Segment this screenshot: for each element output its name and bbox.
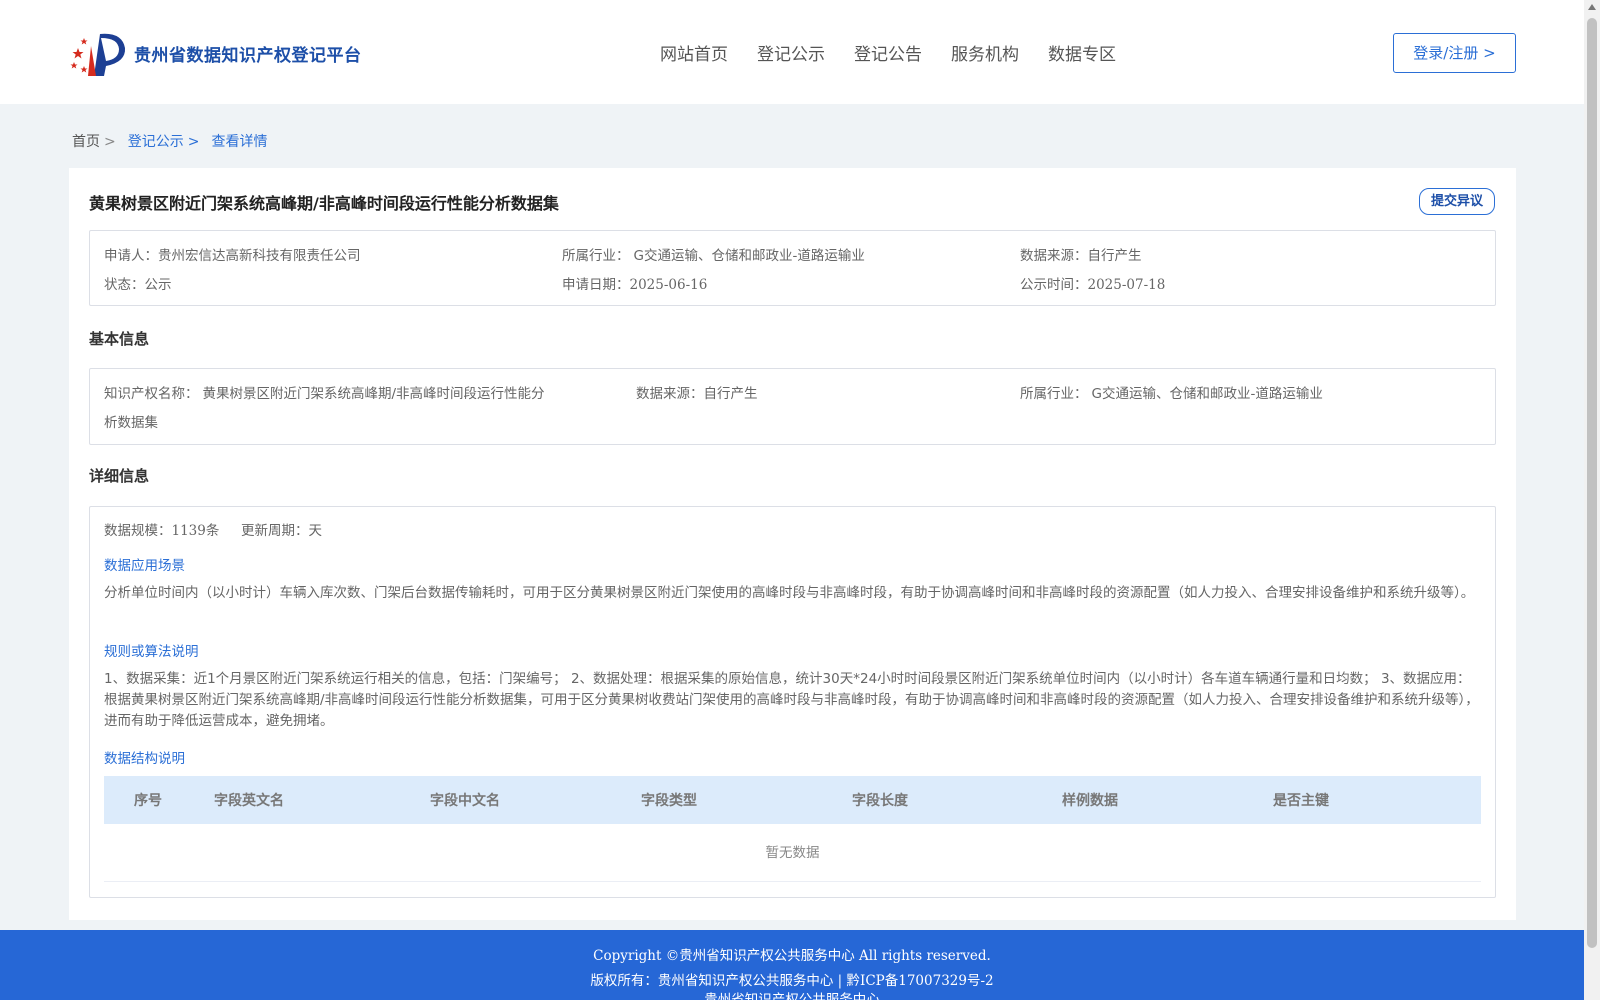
basic-info-heading: 基本信息 xyxy=(89,330,150,348)
nav-service-agencies[interactable]: 服务机构 xyxy=(951,40,1019,65)
basic-industry-field: 所属行业： G交通运输、仓储和邮政业-道路运输业 xyxy=(1020,386,1323,402)
col-field-type: 字段类型 xyxy=(641,793,697,809)
col-field-en: 字段英文名 xyxy=(214,793,284,809)
scenario-heading: 数据应用场景 xyxy=(104,558,185,574)
scrollbar-thumb[interactable] xyxy=(1587,18,1597,948)
summary-box: 申请人：贵州宏信达高新科技有限责任公司 所属行业： G交通运输、仓储和邮政业-道路… xyxy=(89,230,1496,306)
col-field-length: 字段长度 xyxy=(852,793,908,809)
scenario-text: 分析单位时间内（以小时计）车辆入库次数、门架后台数据传输耗时，可用于区分黄果树景… xyxy=(104,585,1475,601)
login-register-button[interactable]: 登录/注册 > xyxy=(1393,33,1516,73)
col-sample: 样例数据 xyxy=(1062,793,1118,809)
basic-data-source-field: 数据来源：自行产生 xyxy=(636,386,758,402)
breadcrumb-separator: > xyxy=(187,134,200,150)
table-empty-state: 暂无数据 xyxy=(104,824,1481,882)
nav-registration-publicity[interactable]: 登记公示 xyxy=(757,40,825,65)
data-scale-field: 数据规模：1139条 xyxy=(104,523,220,539)
breadcrumb-registration-publicity[interactable]: 登记公示 xyxy=(128,134,184,150)
site-header: 贵州省数据知识产权登记平台 网站首页 登记公示 登记公告 服务机构 数据专区 登… xyxy=(0,0,1584,104)
col-primary-key: 是否主键 xyxy=(1273,793,1329,809)
scroll-up-arrow-icon[interactable] xyxy=(1588,4,1596,10)
col-field-cn: 字段中文名 xyxy=(430,793,500,809)
status-field: 状态：公示 xyxy=(104,277,172,293)
page-title: 黄果树景区附近门架系统高峰期/非高峰时间段运行性能分析数据集 xyxy=(89,194,559,213)
basic-info-box: 知识产权名称： 黄果树景区附近门架系统高峰期/非高峰时间段运行性能分 析数据集 数… xyxy=(89,368,1496,445)
industry-field: 所属行业： G交通运输、仓储和邮政业-道路运输业 xyxy=(562,248,865,264)
rules-heading: 规则或算法说明 xyxy=(104,644,199,660)
site-footer: Copyright ©贵州省知识产权公共服务中心 All rights rese… xyxy=(0,930,1584,1000)
footer-org: 贵州省知识产权公共服务中心 xyxy=(704,992,880,1000)
ip-name-continuation: 析数据集 xyxy=(104,415,158,431)
breadcrumb-current: 查看详情 xyxy=(211,134,268,150)
rules-text: 1、数据采集：近1个月景区附近门架系统运行相关的信息，包括：门架编号； 2、数据… xyxy=(104,671,1479,729)
data-source-field: 数据来源：自行产生 xyxy=(1020,248,1142,264)
footer-owner: 版权所有：贵州省知识产权公共服务中心 | 黔ICP备17007329号-2 xyxy=(590,973,994,989)
structure-heading: 数据结构说明 xyxy=(104,751,185,767)
publish-date-field: 公示时间：2025-07-18 xyxy=(1020,277,1166,293)
nav-registration-announcement[interactable]: 登记公告 xyxy=(854,40,922,65)
site-logo[interactable]: 贵州省数据知识产权登记平台 xyxy=(70,28,362,78)
update-cycle-field: 更新周期：天 xyxy=(241,523,322,539)
breadcrumb-home[interactable]: 首页 xyxy=(72,134,100,150)
structure-table-header: 序号 字段英文名 字段中文名 字段类型 字段长度 样例数据 是否主键 xyxy=(104,776,1481,824)
nav-data-zone[interactable]: 数据专区 xyxy=(1048,40,1116,65)
col-index: 序号 xyxy=(134,793,162,809)
page-scrollbar[interactable] xyxy=(1584,0,1600,1000)
nav-home[interactable]: 网站首页 xyxy=(660,40,728,65)
main-nav: 网站首页 登记公示 登记公告 服务机构 数据专区 xyxy=(660,40,1145,65)
breadcrumb-separator: > xyxy=(104,134,116,150)
detailed-info-box: 数据规模：1139条 更新周期：天 数据应用场景 分析单位时间内（以小时计）车辆… xyxy=(89,506,1496,898)
submit-objection-button[interactable]: 提交异议 xyxy=(1419,188,1495,215)
logo-emblem-icon xyxy=(70,33,126,76)
site-title: 贵州省数据知识产权登记平台 xyxy=(134,45,362,66)
applicant-field: 申请人：贵州宏信达高新科技有限责任公司 xyxy=(104,248,361,264)
ip-name-field: 知识产权名称： 黄果树景区附近门架系统高峰期/非高峰时间段运行性能分 xyxy=(104,386,545,402)
footer-copyright: Copyright ©贵州省知识产权公共服务中心 All rights rese… xyxy=(593,948,991,964)
breadcrumb: 首页 > 登记公示 > 查看详情 xyxy=(72,131,271,151)
apply-date-field: 申请日期：2025-06-16 xyxy=(562,277,708,293)
detail-card: 黄果树景区附近门架系统高峰期/非高峰时间段运行性能分析数据集 提交异议 申请人：… xyxy=(69,168,1516,920)
detailed-info-heading: 详细信息 xyxy=(89,467,150,485)
